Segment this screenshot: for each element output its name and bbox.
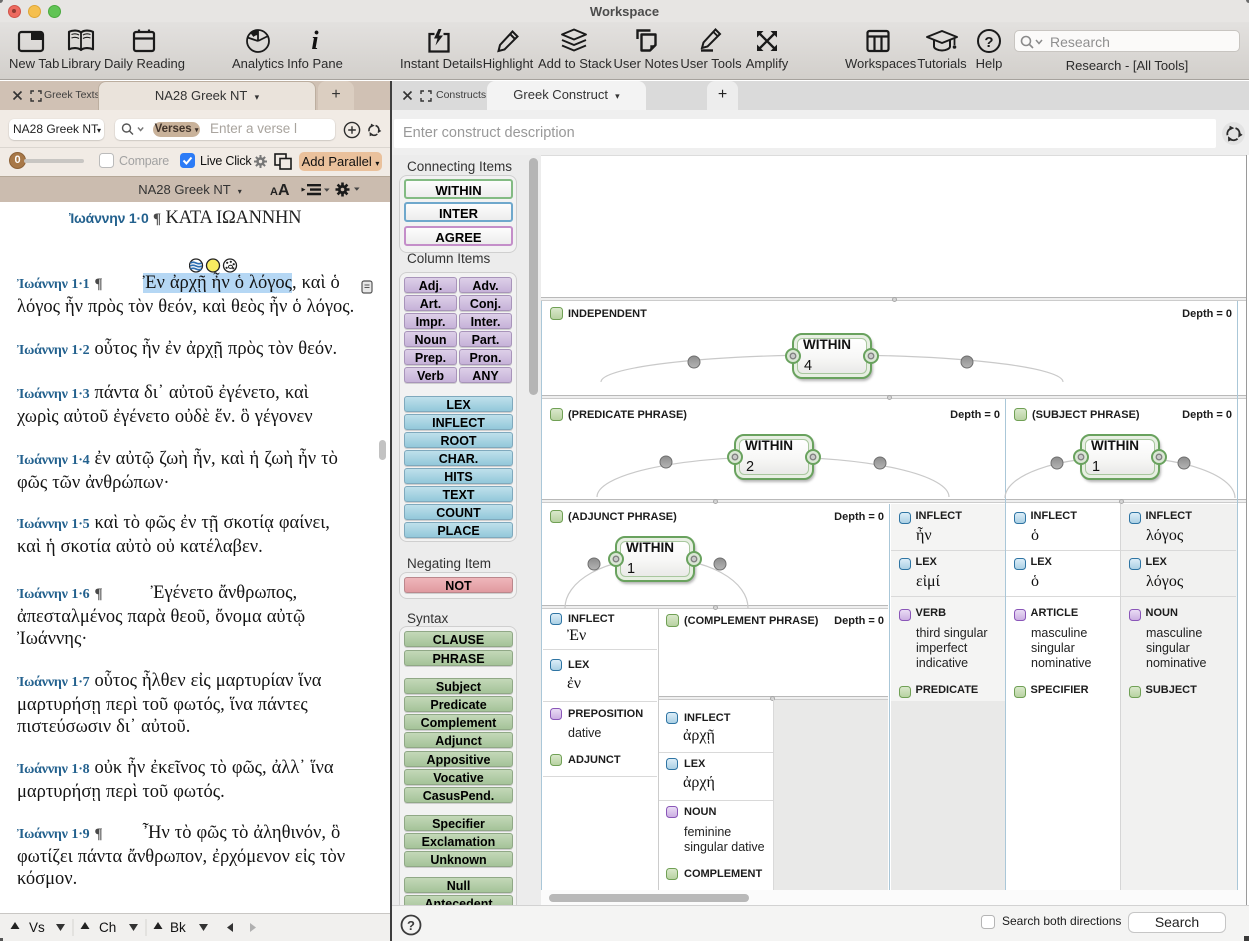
svg-text:Bk: Bk [170,920,186,935]
svg-text:WITHIN: WITHIN [803,337,851,352]
svg-text:WITHIN: WITHIN [626,540,674,555]
svg-text:1: 1 [1092,459,1100,475]
svg-text:1: 1 [627,561,635,577]
svg-text:i: i [311,28,319,54]
svg-text:2: 2 [746,459,754,475]
svg-text:?: ? [407,918,415,933]
svg-text:Ch: Ch [99,920,116,935]
svg-text:WITHIN: WITHIN [1091,438,1139,453]
svg-text:?: ? [984,34,993,51]
svg-text:Vs: Vs [29,920,45,935]
svg-text:4: 4 [804,358,812,374]
svg-text:WITHIN: WITHIN [745,438,793,453]
